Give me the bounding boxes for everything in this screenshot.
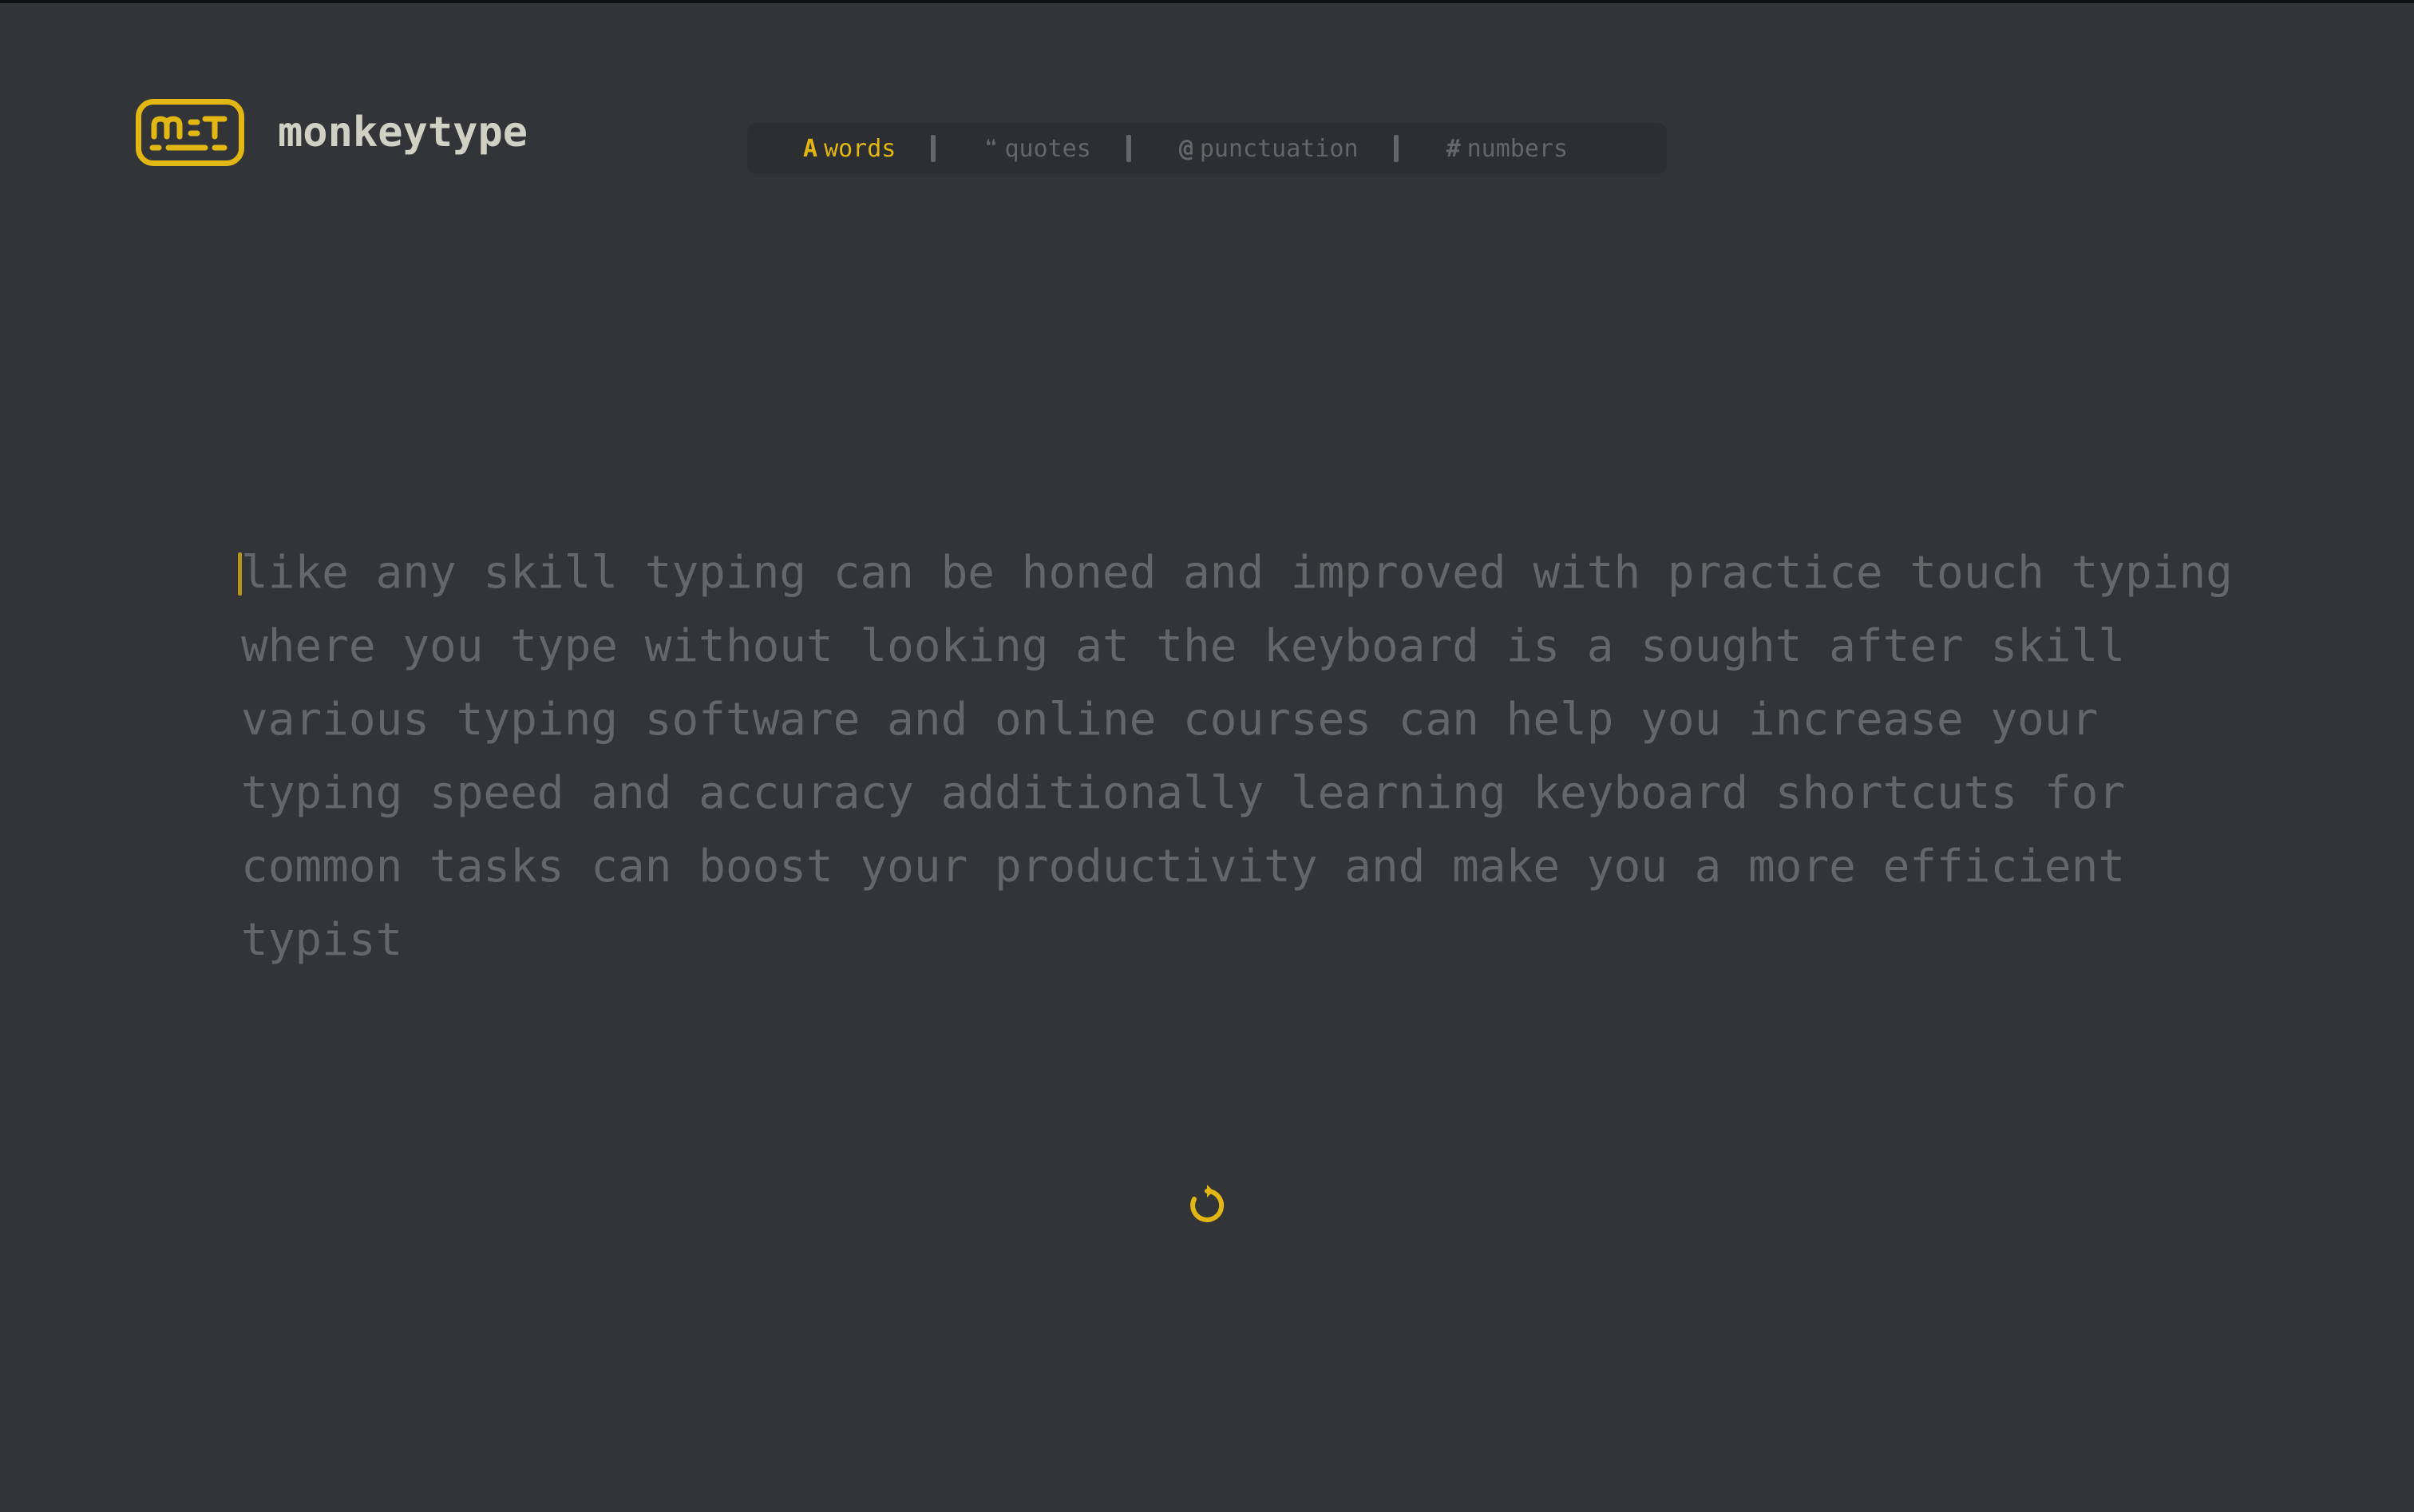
words-line: where you type without looking at the ke…: [241, 620, 2126, 672]
divider: [931, 135, 936, 162]
window-top-border: [0, 0, 2414, 3]
divider: [1126, 135, 1131, 162]
mode-quotes-label: quotes: [1004, 134, 1091, 163]
typing-caret: [238, 552, 242, 596]
typing-test-words[interactable]: like any skill typing can be honed and i…: [241, 536, 2237, 977]
quote-icon: ❝: [983, 134, 999, 163]
mode-quotes-button[interactable]: ❝ quotes: [983, 135, 1090, 163]
mode-words-button[interactable]: A words: [803, 135, 896, 163]
restart-button[interactable]: [1183, 1181, 1231, 1229]
letter-a-icon: A: [803, 134, 818, 163]
words-line: typing speed and accuracy additionally l…: [241, 767, 2126, 819]
words-line: typist: [241, 914, 403, 966]
header: monkeytype: [136, 99, 528, 166]
mode-numbers-label: numbers: [1466, 134, 1569, 163]
divider: [1393, 135, 1399, 162]
mode-punctuation-label: punctuation: [1199, 134, 1359, 163]
words-line: common tasks can boost your productivity…: [241, 841, 2126, 893]
mode-numbers-button[interactable]: # numbers: [1446, 135, 1569, 163]
brand-title[interactable]: monkeytype: [278, 109, 528, 156]
words-line: like any skill typing can be honed and i…: [241, 547, 2233, 599]
at-sign-icon: @: [1178, 134, 1193, 163]
mode-punctuation-button[interactable]: @ punctuation: [1179, 135, 1359, 163]
mode-words-label: words: [824, 134, 896, 163]
words-line: various typing software and online cours…: [241, 694, 2099, 746]
restart-icon: [1190, 1185, 1225, 1222]
mode-selector-bar: A words ❝ quotes @ punctuation # numbers: [747, 123, 1667, 174]
monkeytype-keyboard-logo-icon[interactable]: [136, 99, 244, 166]
hash-icon: #: [1446, 134, 1461, 163]
